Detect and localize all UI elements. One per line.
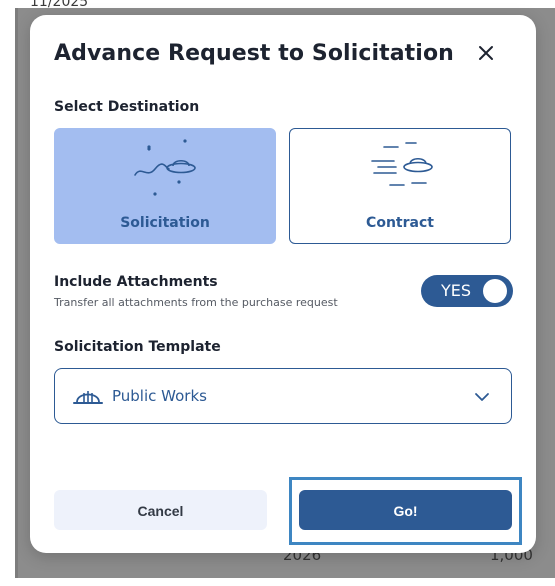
background-date: 11/2025 <box>30 0 89 10</box>
overlay-edge <box>15 8 18 578</box>
toggle-state-label: YES <box>441 281 472 300</box>
solicitation-template-label: Solicitation Template <box>54 339 221 355</box>
destination-option-label: Contract <box>366 215 434 231</box>
destination-option-contract[interactable]: Contract <box>289 128 511 244</box>
chevron-down-icon <box>475 393 489 401</box>
advance-request-dialog: Advance Request to Solicitation Select D… <box>30 15 536 553</box>
toggle-knob <box>483 279 507 303</box>
cancel-button-label: Cancel <box>137 503 184 519</box>
destination-option-solicitation[interactable]: Solicitation <box>54 128 276 244</box>
go-button[interactable]: Go! <box>299 490 512 530</box>
solicitation-template-select[interactable]: Public Works <box>54 368 512 424</box>
go-button-label: Go! <box>393 503 418 519</box>
include-attachments-label: Include Attachments <box>54 274 218 290</box>
destination-label: Select Destination <box>54 99 200 115</box>
selected-template: Public Works <box>112 387 207 405</box>
include-attachments-description: Transfer all attachments from the purcha… <box>54 296 338 309</box>
ufo-speed-lines-icon <box>371 142 433 186</box>
close-button[interactable] <box>474 41 498 65</box>
destination-option-label: Solicitation <box>120 215 210 231</box>
ufo-stars-icon <box>134 139 196 196</box>
cancel-button[interactable]: Cancel <box>54 490 267 530</box>
dialog-title: Advance Request to Solicitation <box>54 41 454 66</box>
close-icon <box>479 46 493 60</box>
include-attachments-toggle[interactable]: YES <box>421 275 513 307</box>
hard-hat-icon <box>73 391 103 404</box>
